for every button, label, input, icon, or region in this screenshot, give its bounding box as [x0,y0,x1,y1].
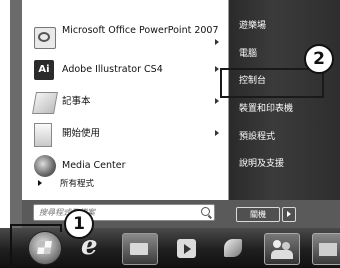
callout-1-line-top [10,224,62,226]
callout-2-badge: 2 [304,44,334,74]
submenu-arrow-icon [215,39,219,45]
users-icon[interactable] [264,233,300,265]
all-programs-item[interactable]: 所有程式 [22,172,228,196]
media-player-icon[interactable] [172,233,202,263]
submenu-arrow-icon [215,98,219,104]
callout-2-highlight [220,68,324,98]
link-devices-printers[interactable]: 裝置和印表機 [239,101,293,114]
program-label: 開始使用 [62,128,101,139]
program-item-getting-started[interactable]: 開始使用 [22,118,228,150]
shutdown-button[interactable]: 關機 [236,207,280,222]
arrow-right-icon [38,180,42,186]
link-computer[interactable]: 電腦 [239,46,257,59]
search-box[interactable] [33,204,215,221]
windows-logo-icon [37,241,52,254]
callout-1-badge: 1 [64,209,94,239]
paint-icon[interactable] [218,233,248,263]
program-item-partial[interactable] [22,0,228,2]
system-links-pane: 遊樂場 電腦 控制台 裝置和印表機 預設程式 說明及支援 [229,0,340,200]
program-label: 記事本 [62,96,91,107]
notepad-icon [32,92,58,114]
programs-pane: Microsoft Office PowerPoint 2007 Ai Adob… [22,0,229,200]
submenu-arrow-icon [215,66,219,72]
program-label: Media Center [62,160,126,171]
program-label: Adobe Illustrator CS4 [62,64,163,75]
link-default-programs[interactable]: 預設程式 [239,129,275,142]
search-icon[interactable] [201,207,210,216]
illustrator-icon: Ai [34,60,54,80]
program-item-illustrator[interactable]: Ai Adobe Illustrator CS4 [22,54,228,86]
callout-1-line-right [60,224,62,232]
link-games[interactable]: 遊樂場 [239,18,266,31]
program-item-notepad[interactable]: 記事本 [22,86,228,118]
program-label: Microsoft Office PowerPoint 2007 [62,25,219,36]
start-orb[interactable] [28,231,62,265]
shutdown-options-button[interactable] [282,207,296,222]
getting-started-icon [34,123,52,147]
search-input[interactable] [39,205,189,220]
file-explorer-icon[interactable] [122,233,158,265]
callout-1-line-left [10,224,12,268]
powerpoint-icon [34,27,56,49]
all-programs-label: 所有程式 [60,179,95,189]
folder-icon[interactable] [312,233,340,265]
program-item-powerpoint[interactable]: Microsoft Office PowerPoint 2007 [22,20,228,54]
submenu-arrow-icon [215,130,219,136]
link-help-support[interactable]: 說明及支援 [239,156,284,169]
